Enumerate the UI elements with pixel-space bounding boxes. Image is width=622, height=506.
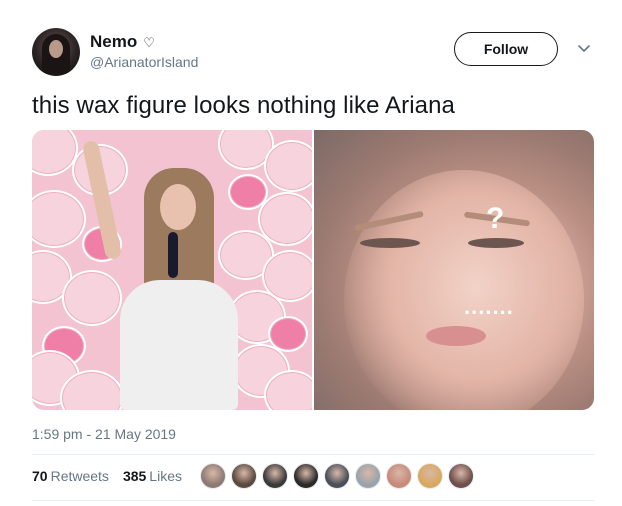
ariana-closeup-photo[interactable]: ? .......: [314, 130, 594, 410]
liker-avatar[interactable]: [355, 463, 381, 489]
liker-avatar[interactable]: [293, 463, 319, 489]
likes-count: 385: [122, 468, 147, 484]
tweet-text: this wax figure looks nothing like Arian…: [32, 92, 455, 119]
user-handle[interactable]: @ArianatorIsland: [90, 54, 198, 70]
heart-outline-icon: ♡: [143, 34, 155, 50]
follow-button[interactable]: Follow: [454, 32, 558, 66]
liker-avatar[interactable]: [448, 463, 474, 489]
tweet-media[interactable]: ? .......: [32, 130, 594, 410]
liker-avatar[interactable]: [262, 463, 288, 489]
likes-label: Likes: [149, 468, 182, 484]
name-row: Nemo ♡: [90, 32, 155, 52]
chevron-down-icon[interactable]: [576, 40, 592, 56]
likers-avatars: [200, 463, 474, 489]
retweets-label: Retweets: [50, 468, 109, 484]
question-mark-annotation: ?: [486, 202, 505, 235]
divider-top: [32, 454, 594, 455]
tweet-stats: 70 Retweets 385 Likes: [32, 468, 182, 484]
liker-avatar[interactable]: [200, 463, 226, 489]
liker-avatar[interactable]: [324, 463, 350, 489]
user-avatar[interactable]: [32, 28, 80, 76]
liker-avatar[interactable]: [417, 463, 443, 489]
display-name[interactable]: Nemo: [90, 32, 137, 52]
wax-figure-photo[interactable]: [32, 130, 312, 410]
liker-avatar[interactable]: [231, 463, 257, 489]
retweets-count: 70: [32, 468, 48, 484]
liker-avatar[interactable]: [386, 463, 412, 489]
tweet-timestamp[interactable]: 1:59 pm - 21 May 2019: [32, 426, 176, 442]
dots-annotation: .......: [464, 294, 514, 319]
divider-bottom: [32, 500, 594, 501]
retweets-stat[interactable]: 70 Retweets: [32, 468, 109, 484]
tweet-header: Nemo ♡ @ArianatorIsland Follow: [32, 28, 592, 78]
likes-stat[interactable]: 385 Likes: [123, 468, 182, 484]
